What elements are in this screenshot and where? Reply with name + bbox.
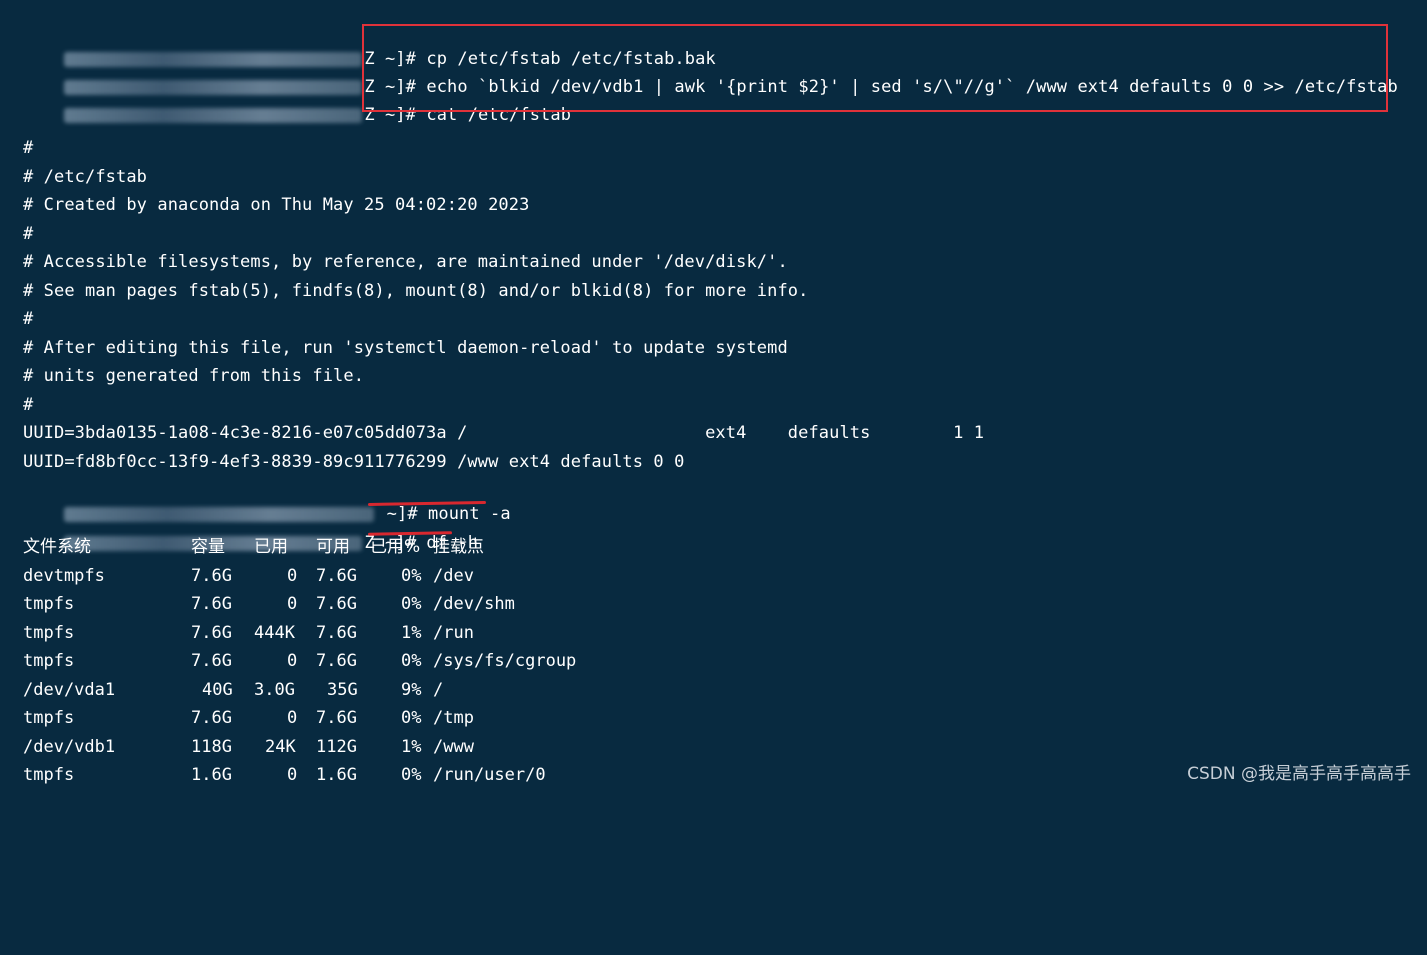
df-avail: 7.6G xyxy=(316,708,357,728)
fstab-entry-root: UUID=3bda0135-1a08-4c3e-8216-e07c05dd073… xyxy=(23,423,985,443)
df-mount: /run xyxy=(433,623,474,643)
df-avail: 1.6G xyxy=(316,765,357,785)
fstab-line: # /etc/fstab xyxy=(23,167,148,187)
df-mount: /sys/fs/cgroup xyxy=(433,651,577,671)
df-used: 3.0G xyxy=(254,680,295,700)
fstab-line: # xyxy=(23,138,34,158)
df-row: tmpfs 7.6G 0 7.6G 0% /dev/shm xyxy=(23,592,1223,616)
df-used: 0 xyxy=(287,594,298,614)
df-fs: tmpfs xyxy=(23,651,75,671)
df-fs: /dev/vda1 xyxy=(23,680,116,700)
df-used: 0 xyxy=(287,566,298,586)
df-size: 40G xyxy=(202,680,233,700)
fstab-line: # See man pages fstab(5), findfs(8), mou… xyxy=(23,281,809,301)
df-used: 0 xyxy=(287,765,298,785)
df-size: 118G xyxy=(191,737,232,757)
df-header-row: 文件系统 容量 已用 可用 已用% 挂载点 xyxy=(23,535,1223,559)
fstab-line: # Accessible filesystems, by reference, … xyxy=(23,252,788,272)
df-pct: 1% xyxy=(401,623,422,643)
df-avail: 7.6G xyxy=(316,651,357,671)
df-mount: / xyxy=(433,680,444,700)
command-line-mount: ~]# mount -a xyxy=(23,478,511,524)
df-size: 7.6G xyxy=(191,651,232,671)
df-pct: 9% xyxy=(401,680,422,700)
df-header-used: 已用 xyxy=(254,537,288,557)
df-mount: /www xyxy=(433,737,474,757)
df-header-mounted-on: 挂载点 xyxy=(433,537,484,557)
terminal-window[interactable]: Z ~]# cp /etc/fstab /etc/fstab.bak Z ~]#… xyxy=(0,0,1427,792)
df-avail: 112G xyxy=(316,737,357,757)
df-size: 7.6G xyxy=(191,708,232,728)
df-pct: 1% xyxy=(401,737,422,757)
df-fs: /dev/vdb1 xyxy=(23,737,116,757)
csdn-watermark: CSDN @我是高手高手高高手 xyxy=(1187,764,1411,784)
df-pct: 0% xyxy=(401,566,422,586)
df-header-avail: 可用 xyxy=(316,537,350,557)
df-avail: 35G xyxy=(327,680,358,700)
redacted-prompt xyxy=(64,107,363,123)
df-mount: /dev/shm xyxy=(433,594,515,614)
command-line-df: Z ~]# df -h xyxy=(23,507,478,553)
df-used: 444K xyxy=(254,623,295,643)
df-size: 1.6G xyxy=(191,765,232,785)
df-avail: 7.6G xyxy=(316,594,357,614)
df-fs: tmpfs xyxy=(23,623,75,643)
fstab-line: # xyxy=(23,395,34,415)
fstab-entry-www: UUID=fd8bf0cc-13f9-4ef3-8839-89c91177629… xyxy=(23,452,685,472)
df-avail: 7.6G xyxy=(316,566,357,586)
fstab-line: # units generated from this file. xyxy=(23,366,365,386)
fstab-line: # xyxy=(23,224,34,244)
df-fs: devtmpfs xyxy=(23,566,105,586)
df-pct: 0% xyxy=(401,594,422,614)
df-pct: 0% xyxy=(401,651,422,671)
df-row: tmpfs 1.6G 0 1.6G 0% /run/user/0 xyxy=(23,763,1223,787)
df-avail: 7.6G xyxy=(316,623,357,643)
df-fs: tmpfs xyxy=(23,708,75,728)
df-row: tmpfs 7.6G 0 7.6G 0% /sys/fs/cgroup xyxy=(23,649,1223,673)
df-pct: 0% xyxy=(401,708,422,728)
df-used: 0 xyxy=(287,651,298,671)
df-mount: /tmp xyxy=(433,708,474,728)
fstab-line: # Created by anaconda on Thu May 25 04:0… xyxy=(23,195,530,215)
df-row: tmpfs 7.6G 0 7.6G 0% /tmp xyxy=(23,706,1223,730)
df-mount: /run/user/0 xyxy=(433,765,546,785)
df-size: 7.6G xyxy=(191,594,232,614)
red-highlight-box xyxy=(362,24,1388,112)
fstab-line: # After editing this file, run 'systemct… xyxy=(23,338,788,358)
fstab-line: # xyxy=(23,309,34,329)
df-mount: /dev xyxy=(433,566,474,586)
df-pct: 0% xyxy=(401,765,422,785)
df-row: tmpfs 7.6G 444K 7.6G 1% /run xyxy=(23,621,1223,645)
df-size: 7.6G xyxy=(191,566,232,586)
df-row: /dev/vda1 40G 3.0G 35G 9% / xyxy=(23,678,1223,702)
df-header-use-pct: 已用% xyxy=(370,537,421,557)
df-header-filesystem: 文件系统 xyxy=(23,537,91,557)
df-fs: tmpfs xyxy=(23,594,75,614)
df-used: 24K xyxy=(265,737,296,757)
df-size: 7.6G xyxy=(191,623,232,643)
df-row: /dev/vdb1 118G 24K 112G 1% /www xyxy=(23,735,1223,759)
df-header-size: 容量 xyxy=(191,537,225,557)
df-fs: tmpfs xyxy=(23,765,75,785)
df-row: devtmpfs 7.6G 0 7.6G 0% /dev xyxy=(23,564,1223,588)
df-used: 0 xyxy=(287,708,298,728)
